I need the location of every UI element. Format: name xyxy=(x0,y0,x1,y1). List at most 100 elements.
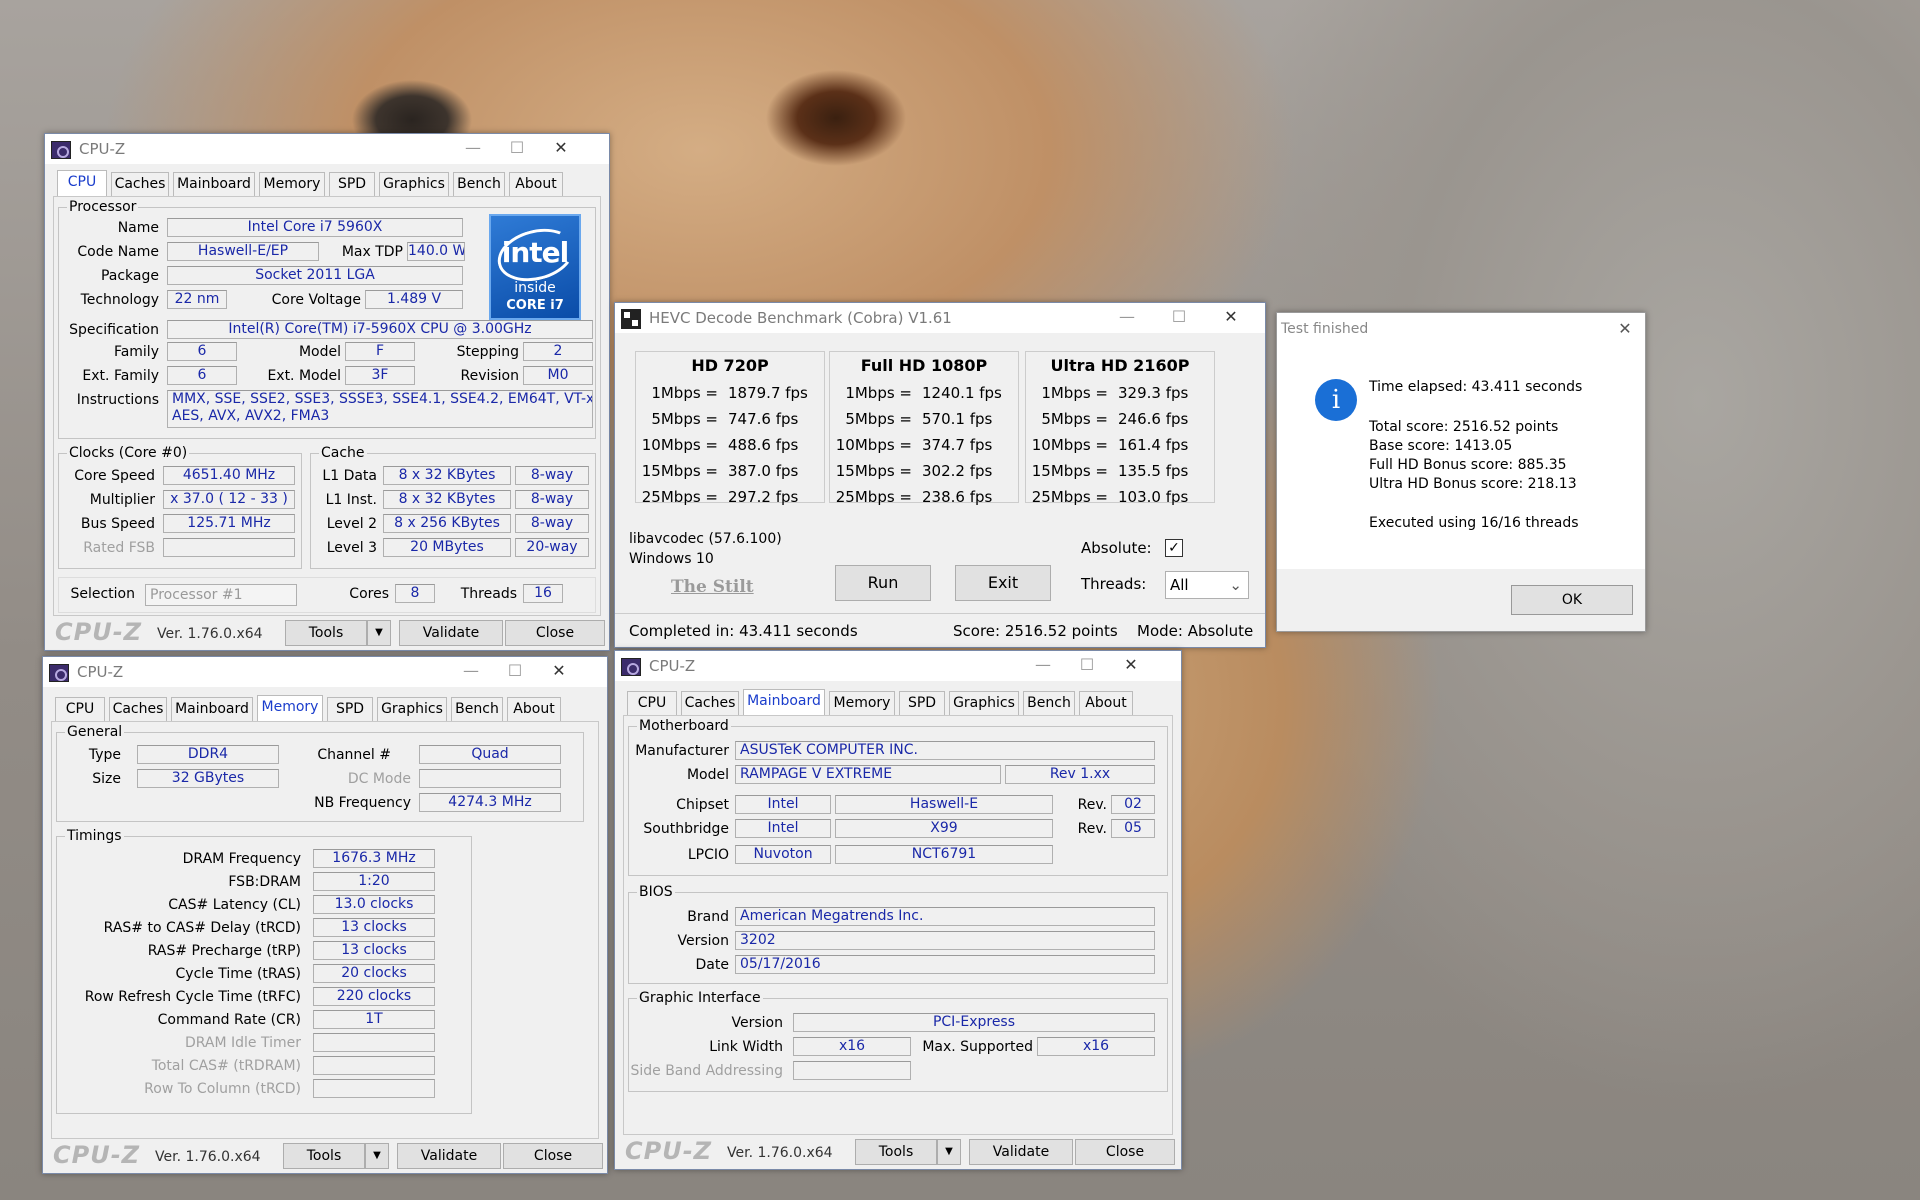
tab-memory[interactable]: Memory xyxy=(829,691,895,715)
close-button[interactable]: Close xyxy=(505,620,605,646)
threads-select[interactable]: All ⌄ xyxy=(1165,571,1249,599)
close-icon[interactable]: ✕ xyxy=(537,659,581,685)
intel-logo-core: CORE i7 xyxy=(506,298,564,313)
stepping-label: Stepping xyxy=(456,344,519,360)
version-label: Ver. 1.76.0.x64 xyxy=(727,1145,833,1161)
minimize-icon[interactable]: — xyxy=(449,659,493,685)
multiplier-value: x 37.0 ( 12 - 33 ) xyxy=(163,490,295,509)
codename-value: Haswell-E/EP xyxy=(167,242,319,261)
technology-label: Technology xyxy=(80,292,159,308)
tab-mainboard[interactable]: Mainboard xyxy=(171,697,253,721)
fps-value: 161.4 fps xyxy=(1118,436,1189,454)
the-stilt-link[interactable]: The Stilt xyxy=(671,577,754,597)
validate-button[interactable]: Validate xyxy=(397,1143,501,1169)
tools-dropdown-icon[interactable]: ▼ xyxy=(937,1139,961,1165)
bitrate-label: 15Mbps = xyxy=(835,462,912,480)
threads-label: Threads xyxy=(460,586,517,602)
tab-caches[interactable]: Caches xyxy=(111,172,169,196)
brand-label: Brand xyxy=(687,909,729,925)
tab-bench[interactable]: Bench xyxy=(1023,691,1075,715)
tools-button[interactable]: Tools xyxy=(285,620,367,646)
processor-group: Processor Name Intel Core i7 5960X Code … xyxy=(58,199,596,439)
tab-graphics[interactable]: Graphics xyxy=(949,691,1019,715)
spec-label: Specification xyxy=(69,322,159,338)
timing-label: Row Refresh Cycle Time (tRFC) xyxy=(84,989,301,1005)
tab-graphics[interactable]: Graphics xyxy=(377,697,447,721)
title-bar[interactable]: CPU-Z — ☐ ✕ xyxy=(43,657,607,687)
tab-spd[interactable]: SPD xyxy=(329,172,375,196)
tools-button[interactable]: Tools xyxy=(283,1143,365,1169)
tab-cpu[interactable]: CPU xyxy=(55,697,105,721)
manufacturer-label: Manufacturer xyxy=(635,743,729,759)
timing-label: Row To Column (tRCD) xyxy=(144,1081,301,1097)
tab-caches[interactable]: Caches xyxy=(109,697,167,721)
tools-button[interactable]: Tools xyxy=(855,1139,937,1165)
close-icon[interactable]: ✕ xyxy=(1209,305,1253,331)
minimize-icon[interactable]: — xyxy=(1021,653,1065,679)
exit-button[interactable]: Exit xyxy=(955,565,1051,601)
chipset-rev-value: 02 xyxy=(1111,795,1155,814)
title-bar[interactable]: CPU-Z — ☐ ✕ xyxy=(45,134,609,164)
mainboard-panel: Motherboard Manufacturer ASUSTeK COMPUTE… xyxy=(623,715,1173,1135)
tab-about[interactable]: About xyxy=(507,697,561,721)
timing-label: RAS# to CAS# Delay (tRCD) xyxy=(103,920,301,936)
validate-button[interactable]: Validate xyxy=(399,620,503,646)
tab-spd[interactable]: SPD xyxy=(327,697,373,721)
tab-caches[interactable]: Caches xyxy=(681,691,739,715)
l1i-label: L1 Inst. xyxy=(325,492,377,508)
corevoltage-label: Core Voltage xyxy=(271,292,361,308)
dialog-footer: OK xyxy=(1277,569,1645,631)
ok-button[interactable]: OK xyxy=(1511,585,1633,615)
tab-spd[interactable]: SPD xyxy=(899,691,945,715)
tab-cpu[interactable]: CPU xyxy=(57,170,107,196)
close-icon[interactable]: ✕ xyxy=(1109,653,1153,679)
bitrate-label: 1Mbps = xyxy=(845,384,912,402)
maxtdp-value: 140.0 W xyxy=(407,242,465,261)
run-button[interactable]: Run xyxy=(835,565,931,601)
gi-version-value: PCI-Express xyxy=(793,1013,1155,1032)
title-bar[interactable]: HEVC Decode Benchmark (Cobra) V1.61 — ☐ … xyxy=(615,303,1265,333)
cpuz-app-icon xyxy=(51,141,71,159)
bitrate-label: 10Mbps = xyxy=(1031,436,1108,454)
group-label: Motherboard xyxy=(637,718,731,734)
title-bar[interactable]: Test finished ✕ xyxy=(1277,313,1645,345)
close-button[interactable]: Close xyxy=(503,1143,603,1169)
tab-about[interactable]: About xyxy=(1079,691,1133,715)
tab-cpu[interactable]: CPU xyxy=(627,691,677,715)
maximize-icon[interactable]: ☐ xyxy=(1065,653,1109,679)
title-bar[interactable]: CPU-Z — ☐ ✕ xyxy=(615,651,1181,681)
validate-button[interactable]: Validate xyxy=(969,1139,1073,1165)
maximize-icon[interactable]: ☐ xyxy=(495,136,539,162)
tab-bench[interactable]: Bench xyxy=(451,697,503,721)
close-icon[interactable]: ✕ xyxy=(1603,317,1647,343)
processor-select[interactable]: Processor #1 xyxy=(145,584,297,606)
tab-memory[interactable]: Memory xyxy=(257,695,323,721)
nbfreq-value: 4274.3 MHz xyxy=(419,793,561,812)
close-button[interactable]: Close xyxy=(1075,1139,1175,1165)
ultrahd-bonus-text: Ultra HD Bonus score: 218.13 xyxy=(1369,476,1577,492)
absolute-checkbox[interactable]: ✓ xyxy=(1165,539,1183,557)
bios-group: BIOS Brand American Megatrends Inc. Vers… xyxy=(628,884,1168,984)
threads-select-value: All xyxy=(1170,576,1189,594)
bitrate-label: 25Mbps = xyxy=(1031,488,1108,506)
channel-label: Channel # xyxy=(317,747,391,763)
model-value: RAMPAGE V EXTREME xyxy=(735,765,1001,784)
tab-about[interactable]: About xyxy=(509,172,563,196)
tab-mainboard[interactable]: Mainboard xyxy=(743,689,825,715)
tab-bench[interactable]: Bench xyxy=(453,172,505,196)
maxsupported-label: Max. Supported xyxy=(922,1039,1033,1055)
tools-dropdown-icon[interactable]: ▼ xyxy=(365,1143,389,1169)
instructions-value: MMX, SSE, SSE2, SSE3, SSSE3, SSE4.1, SSE… xyxy=(167,390,593,428)
tab-graphics[interactable]: Graphics xyxy=(379,172,449,196)
minimize-icon[interactable]: — xyxy=(1105,305,1149,331)
minimize-icon[interactable]: — xyxy=(451,136,495,162)
tab-mainboard[interactable]: Mainboard xyxy=(173,172,255,196)
maximize-icon[interactable]: ☐ xyxy=(493,659,537,685)
resolution-column: Full HD 1080P 1Mbps = 1240.1 fps 5Mbps = 570… xyxy=(829,351,1019,506)
tools-dropdown-icon[interactable]: ▼ xyxy=(367,620,391,646)
bitrate-label: 5Mbps = xyxy=(1041,410,1108,428)
maximize-icon[interactable]: ☐ xyxy=(1157,305,1201,331)
dialog-title: Test finished xyxy=(1281,321,1369,337)
tab-memory[interactable]: Memory xyxy=(259,172,325,196)
close-icon[interactable]: ✕ xyxy=(539,136,583,162)
